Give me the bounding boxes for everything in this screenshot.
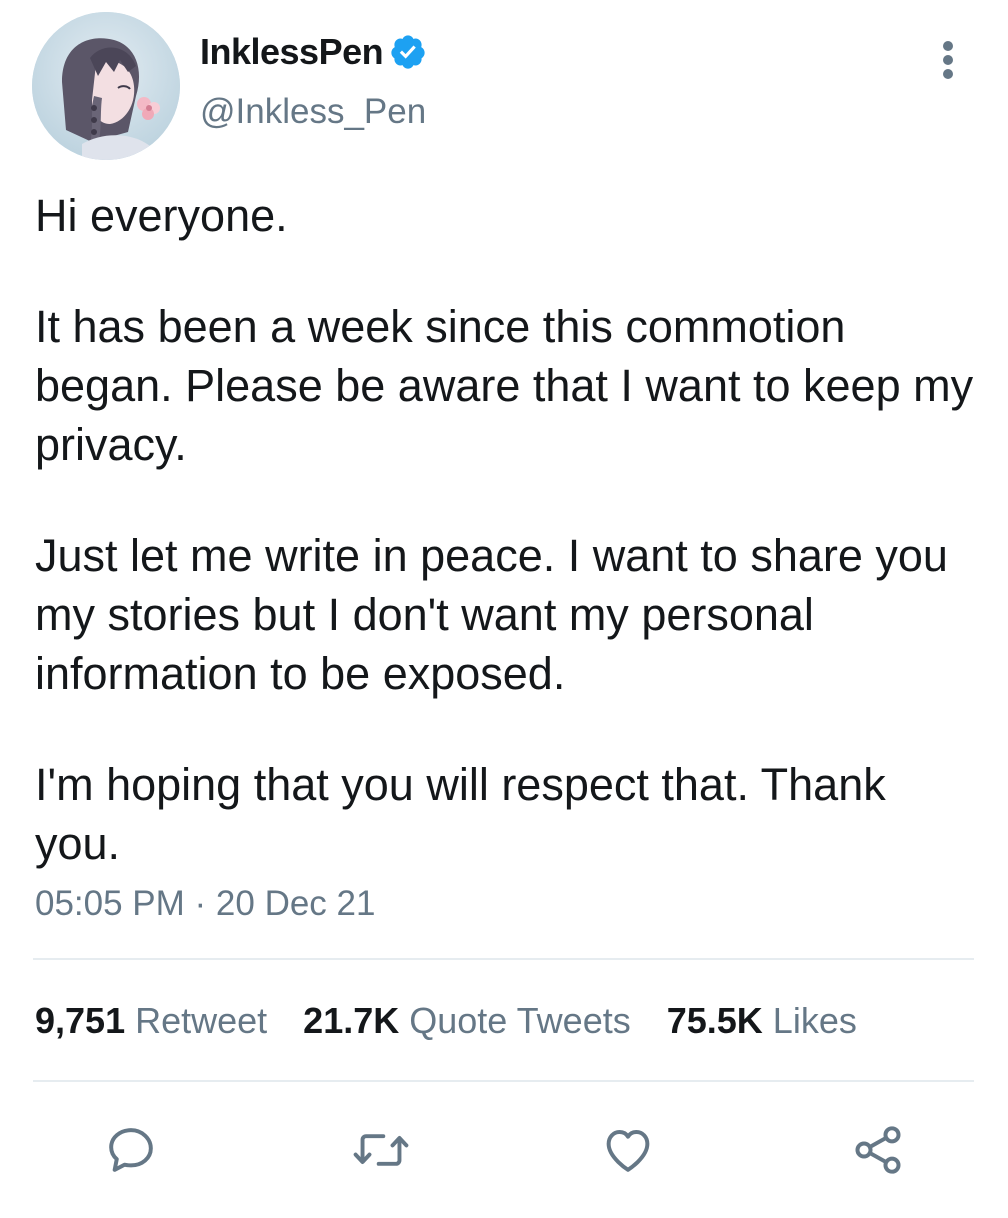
anime-girl-avatar-icon	[32, 12, 180, 160]
divider	[33, 958, 974, 960]
share-button[interactable]	[846, 1118, 910, 1182]
comment-icon	[109, 1128, 153, 1172]
retweets-stat[interactable]: 9,751 Retweet	[35, 1000, 267, 1042]
like-button[interactable]	[596, 1118, 660, 1182]
tweet-paragraph: I'm hoping that you will respect that. T…	[35, 759, 886, 869]
share-icon	[855, 1126, 901, 1174]
user-name-row: InklessPen	[200, 30, 427, 74]
tweet-stats: 9,751 Retweet 21.7K Quote Tweets 75.5K Like…	[35, 1000, 893, 1042]
verified-badge-icon	[389, 33, 427, 71]
tweet-card: InklessPen @Inkless_Pen Hi everyone. It …	[0, 0, 1008, 1218]
quote-tweets-stat[interactable]: 21.7K Quote Tweets	[303, 1000, 631, 1042]
tweet-text: Hi everyone. It has been a week since th…	[35, 186, 980, 925]
divider	[33, 1080, 974, 1082]
tweet-timestamp[interactable]: 05:05 PM · 20 Dec 21	[35, 884, 375, 924]
retweets-count: 9,751	[35, 1000, 126, 1041]
likes-count: 75.5K	[666, 1000, 763, 1041]
likes-label: Likes	[772, 1000, 857, 1041]
reply-button[interactable]	[99, 1118, 163, 1182]
tweet-paragraph: Hi everyone.	[35, 190, 288, 241]
retweet-icon	[353, 1134, 409, 1166]
display-name[interactable]: InklessPen	[200, 31, 384, 73]
tweet-paragraph: It has been a week since this commotion …	[35, 301, 974, 470]
quote-tweets-label: Quote Tweets	[409, 1000, 631, 1041]
retweets-label: Retweet	[135, 1000, 268, 1041]
tweet-paragraph: Just let me write in peace. I want to sh…	[35, 530, 948, 699]
action-bar	[0, 1118, 1008, 1182]
avatar[interactable]	[32, 12, 180, 160]
likes-stat[interactable]: 75.5K Likes	[667, 1000, 857, 1042]
quote-tweets-count: 21.7K	[303, 1000, 400, 1041]
more-options-icon[interactable]	[930, 38, 966, 82]
heart-icon	[606, 1130, 650, 1172]
user-handle[interactable]: @Inkless_Pen	[200, 92, 426, 132]
retweet-button[interactable]	[349, 1118, 413, 1182]
